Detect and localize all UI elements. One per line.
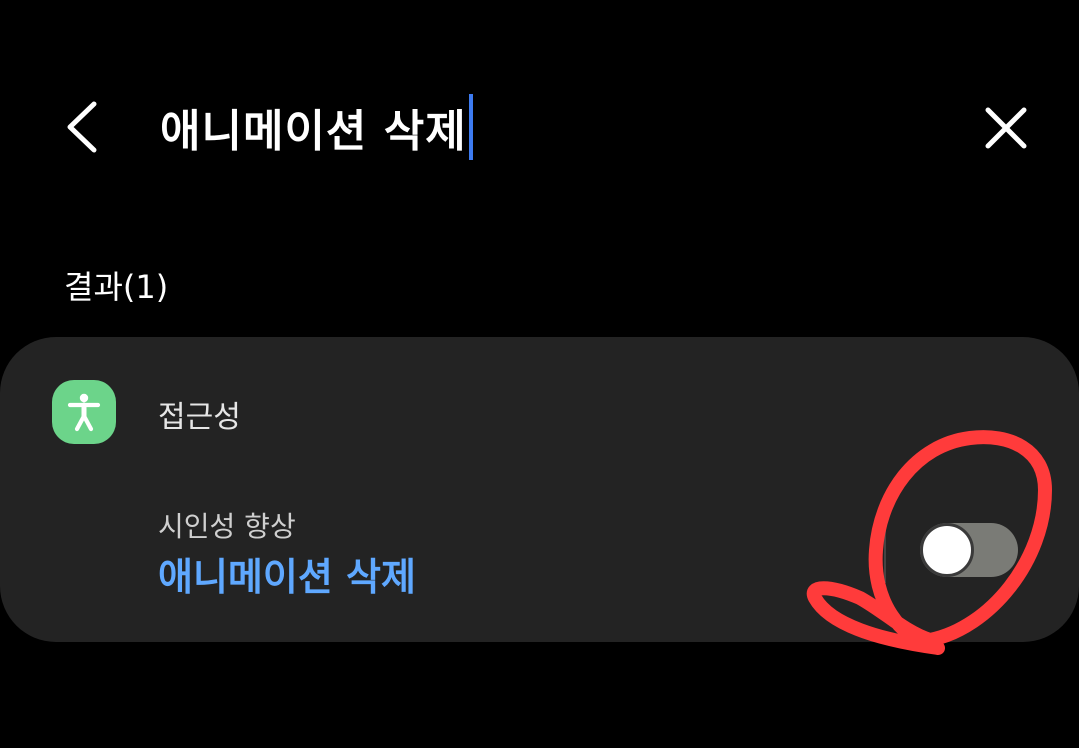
divider	[884, 517, 886, 583]
result-card: 접근성 시인성 향상 애니메이션 삭제	[0, 337, 1079, 642]
accessibility-icon	[67, 393, 101, 432]
setting-title: 애니메이션 삭제	[158, 555, 416, 599]
text-cursor	[468, 94, 473, 160]
close-icon	[985, 107, 1027, 149]
setting-item-remove-animations[interactable]: 시인성 향상 애니메이션 삭제	[158, 509, 416, 605]
close-button[interactable]	[970, 92, 1042, 164]
toggle-knob	[920, 523, 974, 577]
search-input[interactable]: 애니메이션 삭제	[160, 95, 467, 159]
accessibility-app-icon	[52, 380, 116, 444]
category-label: 접근성	[158, 400, 241, 435]
results-count-label: 결과(1)	[64, 268, 169, 306]
back-button[interactable]	[52, 92, 122, 162]
remove-animations-toggle[interactable]	[920, 523, 1018, 577]
chevron-left-icon	[67, 101, 97, 153]
setting-breadcrumb: 시인성 향상	[158, 510, 296, 543]
search-field[interactable]: 애니메이션 삭제	[160, 94, 473, 160]
